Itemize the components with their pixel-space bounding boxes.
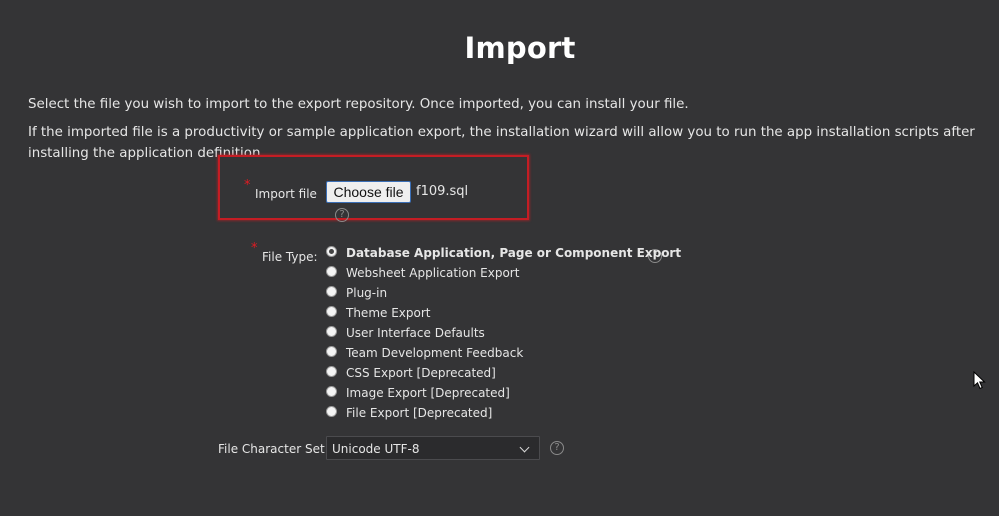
file-type-option[interactable]: CSS Export [Deprecated] [326,363,496,383]
page-title: Import [464,31,576,65]
import-file-label: Import file [255,187,317,201]
radio-button[interactable] [326,346,337,357]
file-type-option-label: Team Development Feedback [346,346,524,360]
import-page: Import Select the file you wish to impor… [0,0,999,516]
help-icon[interactable]: ? [335,208,349,222]
file-type-option[interactable]: Theme Export [326,303,431,323]
file-type-option[interactable]: Websheet Application Export [326,263,519,283]
file-type-label: File Type: [262,250,318,264]
file-type-required-marker: * [251,241,258,256]
file-type-option-label: Plug-in [346,286,388,300]
file-type-option[interactable]: Plug-in [326,283,387,303]
file-type-option-label: Database Application, Page or Component … [346,246,682,260]
file-type-option[interactable]: Team Development Feedback [326,343,523,363]
file-type-option-label: File Export [Deprecated] [346,406,493,420]
mouse-pointer-icon [973,371,986,390]
file-type-option[interactable]: User Interface Defaults [326,323,485,343]
radio-button[interactable] [326,246,337,257]
radio-button[interactable] [326,306,337,317]
radio-button[interactable] [326,406,337,417]
file-type-option-label: Theme Export [346,306,431,320]
radio-button[interactable] [326,266,337,277]
radio-button[interactable] [326,326,337,337]
character-set-label: File Character Set [218,442,325,456]
character-set-select[interactable]: Unicode UTF-8 [326,436,540,460]
chevron-down-icon [519,442,530,453]
instruction-text-1: Select the file you wish to import to th… [28,97,689,112]
selected-file-name: f109.sql [416,184,469,199]
file-type-option-label: User Interface Defaults [346,326,485,340]
file-type-option-label: Websheet Application Export [346,266,520,280]
radio-button[interactable] [326,386,337,397]
radio-button[interactable] [326,366,337,377]
help-icon[interactable]: ? [550,441,564,455]
character-set-value: Unicode UTF-8 [332,442,420,456]
choose-file-button[interactable]: Choose file [326,181,411,203]
file-type-option[interactable]: Image Export [Deprecated] [326,383,510,403]
import-file-required-marker: * [244,178,251,193]
file-type-option[interactable]: File Export [Deprecated] [326,403,492,423]
file-type-option[interactable]: Database Application, Page or Component … [326,243,681,263]
file-type-option-label: CSS Export [Deprecated] [346,366,496,380]
radio-button[interactable] [326,286,337,297]
file-type-option-label: Image Export [Deprecated] [346,386,510,400]
